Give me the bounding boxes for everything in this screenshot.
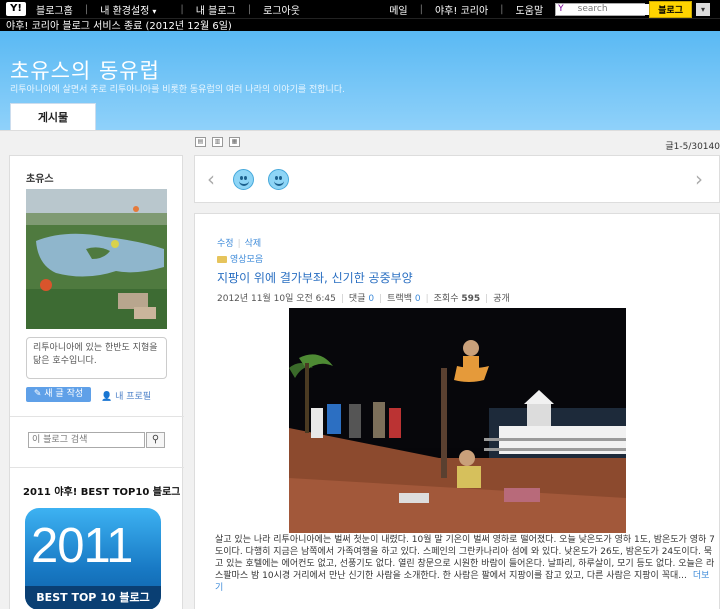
post-actions: 수정 | 삭제 <box>217 239 262 249</box>
list-view-icon[interactable]: ▤ <box>195 137 206 147</box>
chevron-down-icon[interactable]: ▾ <box>696 2 710 16</box>
post-category[interactable]: 영상모음 <box>217 252 263 265</box>
post-meta: 2012년 11월 10일 오전 6:45 | 댓글 0 | 트랙백 0 | 조회수 595… <box>217 294 510 304</box>
post-date: 2012년 11월 10일 오전 6:45 <box>217 294 336 304</box>
post-body: 살고 있는 나라 리투아니아에는 벌써 첫눈이 내렸다. 10월 말 기온이 벌… <box>215 535 715 593</box>
best-label: BEST TOP 10 블로그 <box>25 586 161 609</box>
visibility: 공개 <box>493 294 510 304</box>
top-search-input[interactable] <box>575 3 650 15</box>
view-strip: ▤ ▥ ▦ 글1-5/30140 <box>0 130 720 152</box>
profile-name: 초유스 <box>26 174 54 185</box>
smiley-icon[interactable] <box>233 169 254 190</box>
top-nav: 블로그홈 | 내 환경설정 ▾ | 내 블로그 | 로그아웃 <box>36 2 300 17</box>
notice-bar: 야후! 코리아 블로그 서비스 종료 (2012년 12월 6일) <box>0 18 720 32</box>
yahoo-search-icon: Y <box>558 4 564 14</box>
delete-link[interactable]: 삭제 <box>245 239 262 249</box>
post-title[interactable]: 지팡이 위에 결가부좌, 신기한 공중부양 <box>217 269 413 286</box>
emoticon-bar: ‹ › <box>194 155 720 203</box>
nav-logout[interactable]: 로그아웃 <box>263 2 300 17</box>
blog-search-input[interactable]: 이 블로그 검색 <box>28 432 145 448</box>
grid-view-icon[interactable]: ▦ <box>229 137 240 147</box>
folder-icon <box>217 256 227 263</box>
nav-blog-home[interactable]: 블로그홈 <box>36 2 73 17</box>
mail-link[interactable]: 메일 <box>389 2 407 17</box>
yahoo-logo[interactable]: Y! <box>6 2 26 16</box>
help-link[interactable]: 도움말 <box>516 2 544 17</box>
comments-link[interactable]: 댓글 0 <box>349 294 374 304</box>
post-card: 수정 | 삭제 영상모음 지팡이 위에 결가부좌, 신기한 공중부양 2012년 1… <box>194 213 720 609</box>
views-count: 조회수 595 <box>433 294 481 304</box>
trackbacks-link[interactable]: 트랙백 0 <box>387 294 420 304</box>
yahoo-korea-link[interactable]: 야후! 코리아 <box>435 2 488 17</box>
search-icon[interactable]: ⚲ <box>146 432 165 448</box>
chevron-right-icon[interactable]: › <box>695 167 703 191</box>
blog-description: 리투아니아에 살면서 주로 리투아니아를 비롯한 동유럽의 여러 나라의 이야기… <box>10 85 345 95</box>
tab-posts[interactable]: 게시물 <box>10 103 96 130</box>
edit-link[interactable]: 수정 <box>217 239 234 249</box>
best-year: 2011 <box>31 519 133 573</box>
nav-my-blog[interactable]: 내 블로그 <box>196 2 236 17</box>
view-mode-icons: ▤ ▥ ▦ <box>195 137 246 147</box>
nav-settings[interactable]: 내 환경설정 ▾ <box>100 2 168 17</box>
post-count: 글1-5/30140 <box>665 142 720 152</box>
chevron-down-icon: ▾ <box>152 6 157 16</box>
blog-header: 초유스의 동유럽 리투아니아에 살면서 주로 리투아니아를 비롯한 동유럽의 여… <box>0 31 720 130</box>
my-profile-button[interactable]: 👤 내 프로필 <box>101 389 151 402</box>
best-blog-badge[interactable]: 2011 BEST TOP 10 블로그 <box>25 508 161 609</box>
smiley-icon[interactable] <box>268 169 289 190</box>
post-photo[interactable] <box>289 308 626 533</box>
blog-button[interactable]: 블로그 <box>649 0 692 18</box>
top-search: Y <box>555 2 650 16</box>
top-right: 메일 | 야후! 코리아 | 도움말 Y 블로그 ▾ <box>389 0 710 18</box>
chevron-left-icon[interactable]: ‹ <box>207 167 215 191</box>
lake-photo <box>26 189 167 329</box>
new-post-button[interactable]: ✎ 새 글 작성 <box>26 387 91 402</box>
profile-intro: 리투아니아에 있는 한반도 지형을 닮은 호수입니다. <box>26 337 167 379</box>
summary-view-icon[interactable]: ▥ <box>212 137 223 147</box>
person-icon: 👤 <box>101 392 113 402</box>
blog-title[interactable]: 초유스의 동유럽 <box>10 55 160 85</box>
levitation-photo <box>289 308 626 533</box>
top-bar: Y! 블로그홈 | 내 환경설정 ▾ | 내 블로그 | 로그아웃 메일 | 야후… <box>0 0 720 18</box>
profile-photo[interactable] <box>26 189 167 329</box>
best-blog-title: 2011 야후! BEST TOP10 블로그 <box>23 487 181 498</box>
sidebar: 초유스 리투아니아에 있는 한반도 지형을 닮은 호수입니다. ✎ 새 글 작성… <box>9 155 184 609</box>
